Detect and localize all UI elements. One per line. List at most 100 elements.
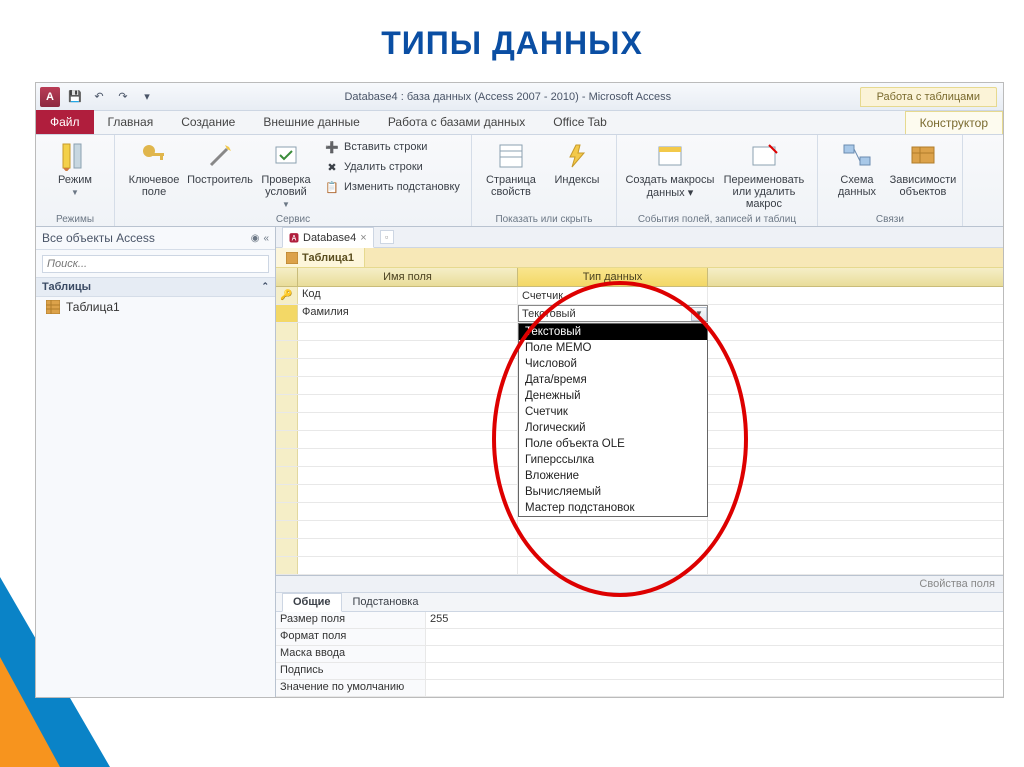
field-name-cell[interactable] [298,377,518,394]
row-selector[interactable] [276,323,298,340]
field-name-cell[interactable] [298,413,518,430]
property-value[interactable] [426,646,1003,662]
row-selector[interactable] [276,359,298,376]
row-selector[interactable] [276,503,298,520]
field-name-cell[interactable] [298,323,518,340]
dropdown-item[interactable]: Вложение [519,468,707,484]
qat-redo-icon[interactable]: ↷ [114,88,132,106]
field-name-cell[interactable] [298,341,518,358]
dropdown-item[interactable]: Мастер подстановок [519,500,707,516]
dropdown-item[interactable]: Вычисляемый [519,484,707,500]
row-selector[interactable] [276,431,298,448]
tab-design[interactable]: Конструктор [905,111,1003,134]
property-value[interactable]: 255 [426,612,1003,628]
delete-rows-button[interactable]: ✖Удалить строки [321,158,463,176]
modify-lookups-button[interactable]: 📋Изменить подстановку [321,178,463,196]
tab-file[interactable]: Файл [36,110,94,134]
field-name-cell[interactable] [298,395,518,412]
row-selector[interactable] [276,305,298,322]
properties-tab-general[interactable]: Общие [282,593,342,612]
data-type-cell[interactable] [518,521,708,538]
object-tab-table1[interactable]: Таблица1 [276,248,365,267]
field-name-cell[interactable] [298,557,518,574]
qat-customize-icon[interactable]: ▾ [138,88,156,106]
design-row[interactable]: 🔑КодСчетчик [276,287,1003,305]
data-type-cell[interactable] [518,539,708,556]
property-value[interactable] [426,629,1003,645]
row-selector[interactable] [276,485,298,502]
property-value[interactable] [426,680,1003,696]
field-name-cell[interactable] [298,467,518,484]
qat-undo-icon[interactable]: ↶ [90,88,108,106]
tab-external-data[interactable]: Внешние данные [249,110,374,134]
dropdown-item[interactable]: Счетчик [519,404,707,420]
field-name-cell[interactable] [298,539,518,556]
field-name-cell[interactable] [298,485,518,502]
chevron-circle-icon[interactable]: ◉ [251,233,260,244]
row-selector[interactable] [276,341,298,358]
close-tab-icon[interactable]: × [360,232,366,244]
builder-button[interactable]: Построитель [189,138,251,186]
nav-search-input[interactable] [42,255,269,273]
collapse-nav-icon[interactable]: « [263,233,269,244]
rename-delete-macro-button[interactable]: Переименовать или удалить макрос [719,138,809,210]
dropdown-item[interactable]: Текстовый [519,324,707,340]
row-selector[interactable] [276,377,298,394]
dropdown-arrow-icon[interactable]: ▼ [691,307,707,321]
column-header-field-name[interactable]: Имя поля [298,268,518,286]
row-selector[interactable] [276,449,298,466]
row-selector[interactable] [276,395,298,412]
property-row[interactable]: Маска ввода [276,646,1003,663]
field-name-cell[interactable] [298,503,518,520]
dropdown-item[interactable]: Логический [519,420,707,436]
column-header-data-type[interactable]: Тип данных [518,268,708,286]
dropdown-item[interactable]: Дата/время [519,372,707,388]
dropdown-item[interactable]: Денежный [519,388,707,404]
property-row[interactable]: Значение по умолчанию [276,680,1003,697]
design-row[interactable] [276,521,1003,539]
field-name-cell[interactable] [298,521,518,538]
dropdown-item[interactable]: Поле МЕМО [519,340,707,356]
row-selector[interactable] [276,467,298,484]
insert-rows-button[interactable]: ➕Вставить строки [321,138,463,156]
qat-save-icon[interactable]: 💾 [66,88,84,106]
property-row[interactable]: Формат поля [276,629,1003,646]
dropdown-item[interactable]: Поле объекта OLE [519,436,707,452]
row-selector-header[interactable] [276,268,298,286]
new-tab-button[interactable]: ▫ [380,230,394,244]
tab-create[interactable]: Создание [167,110,249,134]
relationships-button[interactable]: Схема данных [826,138,888,198]
primary-key-button[interactable]: Ключевое поле [123,138,185,198]
property-row[interactable]: Подпись [276,663,1003,680]
indexes-button[interactable]: Индексы [546,138,608,186]
dropdown-item[interactable]: Числовой [519,356,707,372]
data-type-cell[interactable]: Счетчик [518,287,708,304]
data-type-dropdown[interactable]: ТекстовыйПоле МЕМОЧисловойДата/времяДене… [518,323,708,517]
tab-home[interactable]: Главная [94,110,168,134]
properties-tab-lookup[interactable]: Подстановка [342,593,430,611]
row-selector[interactable]: 🔑 [276,287,298,304]
design-row[interactable] [276,557,1003,575]
object-dependencies-button[interactable]: Зависимости объектов [892,138,954,198]
field-name-cell[interactable] [298,449,518,466]
nav-item-table1[interactable]: Таблица1 [36,297,275,317]
nav-header[interactable]: Все объекты Access ◉ « [36,227,275,250]
design-row[interactable]: ФамилияТекстовый▼ [276,305,1003,323]
create-data-macros-button[interactable]: Создать макросы данных ▾ [625,138,715,199]
field-name-cell[interactable]: Код [298,287,518,304]
data-type-cell[interactable]: Текстовый▼ [518,305,708,322]
row-selector[interactable] [276,413,298,430]
document-tab[interactable]: 🅰 Database4 × [282,227,374,248]
row-selector[interactable] [276,539,298,556]
tab-office[interactable]: Office Tab [539,110,621,134]
view-button[interactable]: Режим ▼ [44,138,106,197]
validation-button[interactable]: Проверка условий ▼ [255,138,317,209]
row-selector[interactable] [276,557,298,574]
field-name-cell[interactable]: Фамилия [298,305,518,322]
row-selector[interactable] [276,521,298,538]
tab-database-tools[interactable]: Работа с базами данных [374,110,539,134]
field-name-cell[interactable] [298,431,518,448]
property-row[interactable]: Размер поля255 [276,612,1003,629]
data-type-cell[interactable] [518,557,708,574]
field-name-cell[interactable] [298,359,518,376]
